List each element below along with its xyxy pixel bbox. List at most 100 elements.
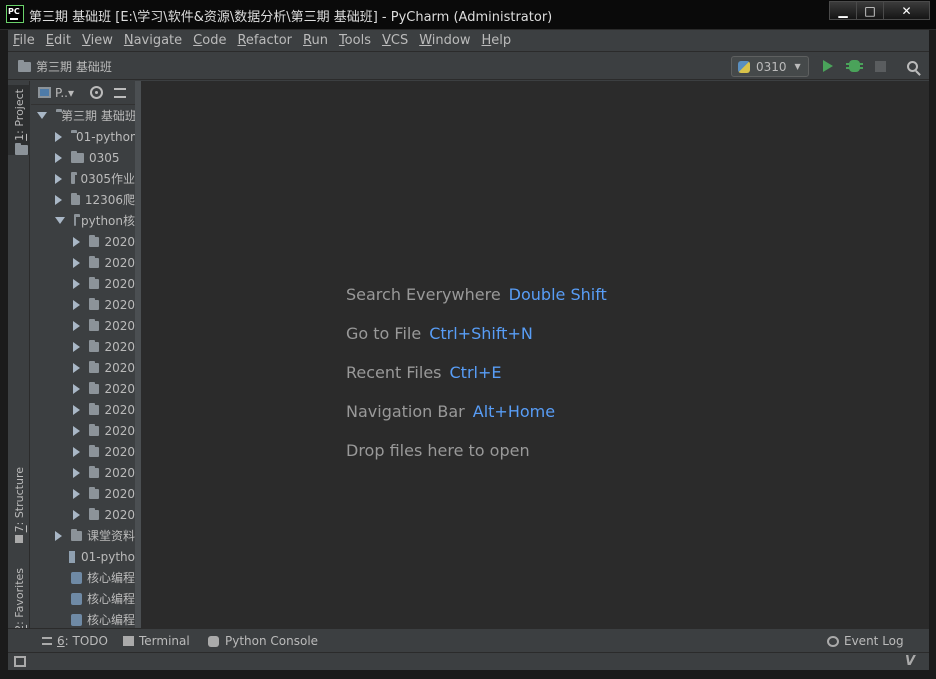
hint-navigation-bar: Navigation Bar Alt+Home	[346, 402, 556, 421]
collapsed-arrow-icon[interactable]	[73, 509, 80, 520]
collapse-all-icon[interactable]	[114, 87, 127, 98]
tree-item[interactable]: 2020	[31, 294, 135, 315]
tree-item[interactable]: 2020	[31, 399, 135, 420]
menu-refactor[interactable]: Refactor	[237, 33, 292, 48]
tree-item[interactable]: 核心编程	[31, 588, 135, 609]
tree-item-label: 2020	[104, 486, 135, 501]
tree-item[interactable]: python核	[31, 210, 135, 231]
tree-item[interactable]: 2020	[31, 504, 135, 525]
collapsed-arrow-icon[interactable]	[55, 131, 62, 142]
tree-item[interactable]: 核心编程	[31, 567, 135, 588]
tree-item[interactable]: 2020	[31, 378, 135, 399]
menu-run[interactable]: Run	[303, 33, 328, 48]
folder-icon	[89, 486, 100, 499]
collapsed-arrow-icon[interactable]	[73, 341, 80, 352]
search-everywhere-button[interactable]	[903, 57, 921, 75]
tree-item[interactable]: 课堂资料	[31, 525, 135, 546]
collapsed-arrow-icon[interactable]	[55, 194, 62, 205]
tab-structure[interactable]: 7: Structure	[8, 467, 30, 549]
tree-item[interactable]: 核心编程	[31, 609, 135, 628]
collapsed-arrow-icon[interactable]	[73, 236, 80, 247]
collapsed-arrow-icon[interactable]	[73, 362, 80, 373]
folder-icon	[71, 150, 84, 163]
tree-item[interactable]: 2020	[31, 336, 135, 357]
todo-icon	[42, 637, 52, 645]
tree-item[interactable]: 2020	[31, 441, 135, 462]
menu-edit[interactable]: Edit	[46, 33, 71, 48]
tree-item[interactable]: 2020	[31, 315, 135, 336]
collapsed-arrow-icon[interactable]	[73, 278, 80, 289]
maximize-button[interactable]: □	[856, 1, 884, 20]
tree-item[interactable]: 01-pytho	[31, 546, 135, 567]
collapsed-arrow-icon[interactable]	[55, 173, 62, 184]
window-titlebar[interactable]: PC 第三期 基础班 [E:\学习\软件&资源\数据分析\第三期 基础班] - …	[0, 0, 936, 30]
tree-item-label: 第三期 基础班	[61, 109, 135, 123]
tree-item-label: 2020	[104, 465, 135, 480]
locate-file-icon[interactable]	[90, 86, 104, 99]
tree-item[interactable]: 01-python	[31, 126, 135, 147]
vcs-status-icon: V	[904, 654, 915, 669]
tree-item-label: 0305作业	[80, 172, 135, 186]
collapsed-arrow-icon[interactable]	[73, 488, 80, 499]
tree-item[interactable]: 2020	[31, 483, 135, 504]
collapsed-arrow-icon[interactable]	[55, 152, 62, 163]
tab-event-log[interactable]: Event Log	[827, 634, 904, 648]
editor-area[interactable]: Search Everywhere Double Shift Go to File…	[141, 81, 929, 628]
menu-tools[interactable]: Tools	[339, 33, 371, 48]
tree-item[interactable]: 12306爬	[31, 189, 135, 210]
menu-window[interactable]: Window	[419, 33, 470, 48]
menu-navigate[interactable]: Navigate	[124, 33, 182, 48]
navigation-bar: 第三期 基础班 0310 ▼	[8, 52, 929, 80]
collapsed-arrow-icon[interactable]	[73, 257, 80, 268]
project-view-select[interactable]: P..▾	[55, 86, 74, 100]
tool-windows-toggle-icon[interactable]	[14, 656, 26, 667]
expanded-arrow-icon[interactable]	[37, 112, 47, 119]
run-button[interactable]	[819, 57, 837, 75]
run-configuration-select[interactable]: 0310 ▼	[731, 56, 809, 77]
folder-icon	[14, 142, 28, 155]
tree-item-label: 核心编程	[86, 613, 135, 627]
menu-code[interactable]: Code	[193, 33, 226, 48]
menu-help[interactable]: Help	[482, 33, 512, 48]
collapsed-arrow-icon[interactable]	[73, 446, 80, 457]
debug-button[interactable]	[845, 57, 863, 75]
tree-item[interactable]: 2020	[31, 231, 135, 252]
tab-terminal[interactable]: Terminal	[123, 634, 190, 648]
breadcrumb[interactable]: 第三期 基础班	[18, 58, 112, 75]
tree-item[interactable]: 2020	[31, 252, 135, 273]
tab-todo[interactable]: 6: TODO	[42, 634, 108, 648]
menu-view[interactable]: View	[82, 33, 113, 48]
event-log-icon	[827, 635, 839, 647]
tab-project[interactable]: 1: Project	[8, 85, 30, 155]
menu-file[interactable]: File	[13, 33, 35, 48]
tree-item-label: 2020	[104, 381, 135, 396]
tree-item-label: 0305	[89, 150, 120, 165]
folder-icon	[71, 171, 78, 184]
collapsed-arrow-icon[interactable]	[73, 383, 80, 394]
tree-item[interactable]: 0305作业	[31, 168, 135, 189]
collapsed-arrow-icon[interactable]	[73, 320, 80, 331]
collapsed-arrow-icon[interactable]	[73, 467, 80, 478]
tree-item-label: 01-pytho	[81, 549, 135, 564]
expanded-arrow-icon[interactable]	[55, 217, 65, 224]
tree-item[interactable]: 第三期 基础班	[31, 105, 135, 126]
minimize-button[interactable]: ▁	[829, 1, 857, 20]
search-icon	[906, 60, 918, 72]
tree-item[interactable]: 2020	[31, 357, 135, 378]
tree-item[interactable]: 2020	[31, 462, 135, 483]
close-button[interactable]: ✕	[883, 1, 930, 20]
tab-python-console[interactable]: Python Console	[208, 634, 318, 648]
folder-icon	[89, 423, 100, 436]
tree-item[interactable]: 2020	[31, 273, 135, 294]
tree-item[interactable]: 2020	[31, 420, 135, 441]
tree-item-label: 2020	[104, 360, 135, 375]
folder-icon	[71, 192, 80, 205]
collapsed-arrow-icon[interactable]	[73, 425, 80, 436]
collapsed-arrow-icon[interactable]	[55, 530, 62, 541]
stop-button[interactable]	[871, 57, 889, 75]
tree-item-label: 2020	[104, 297, 135, 312]
menu-vcs[interactable]: VCS	[382, 33, 408, 48]
tree-item[interactable]: 0305	[31, 147, 135, 168]
collapsed-arrow-icon[interactable]	[73, 299, 80, 310]
collapsed-arrow-icon[interactable]	[73, 404, 80, 415]
